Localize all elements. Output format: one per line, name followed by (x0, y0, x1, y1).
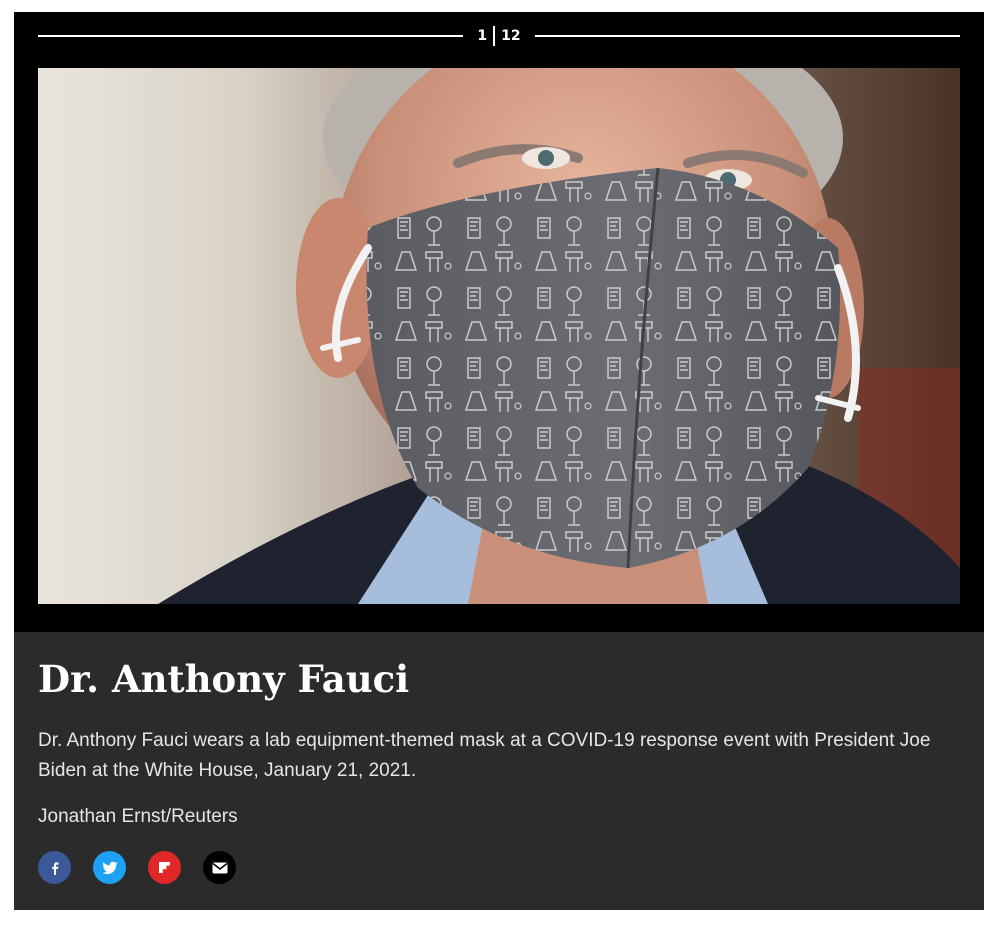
gallery-slide: 1 12 Dr. Anthony Fauci Dr. Anthony Fauci… (14, 12, 984, 910)
portrait-photo (38, 68, 960, 604)
slide-total-number: 12 (501, 28, 521, 44)
flipboard-icon (159, 862, 170, 873)
share-buttons (38, 851, 236, 884)
slide-counter-bar: 1 12 (38, 22, 961, 50)
photo-credit: Jonathan Ernst/Reuters (38, 806, 238, 827)
email-icon (212, 862, 227, 873)
facebook-share-button[interactable] (38, 851, 71, 884)
caption-panel: Dr. Anthony Fauci Dr. Anthony Fauci wear… (14, 632, 984, 910)
email-share-button[interactable] (203, 851, 236, 884)
divider-line-right (534, 35, 961, 37)
slide-counter: 1 12 (463, 26, 534, 46)
slide-current-number: 1 (477, 28, 488, 44)
facebook-icon (51, 861, 58, 875)
divider-line-left (38, 35, 464, 37)
slide-photo (38, 68, 960, 604)
slide-description: Dr. Anthony Fauci wears a lab equipment-… (38, 730, 931, 781)
twitter-share-button[interactable] (93, 851, 126, 884)
flipboard-share-button[interactable] (148, 851, 181, 884)
slide-title: Dr. Anthony Fauci (38, 657, 410, 701)
counter-separator (493, 26, 496, 46)
twitter-icon (102, 861, 117, 874)
